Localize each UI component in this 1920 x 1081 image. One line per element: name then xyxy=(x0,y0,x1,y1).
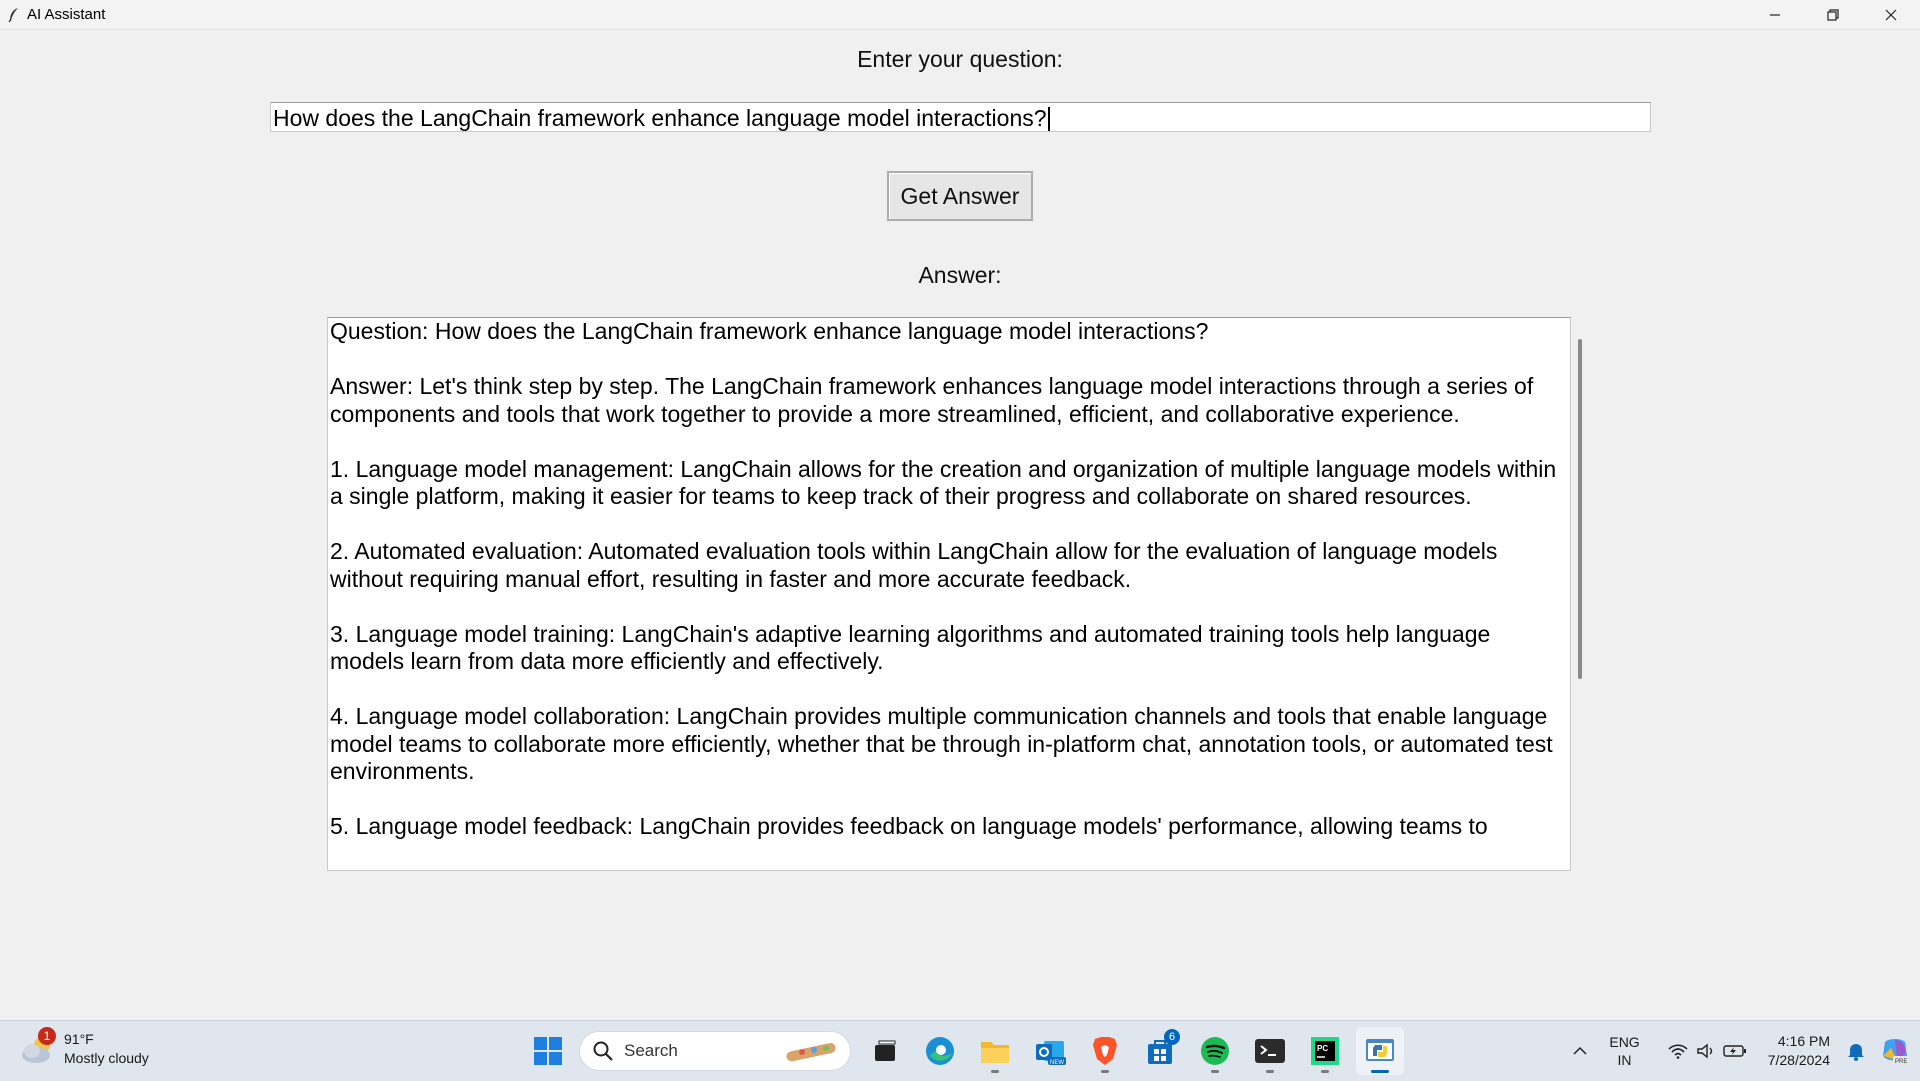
weather-condition: Mostly cloudy xyxy=(64,1050,149,1066)
brave-icon xyxy=(1093,1037,1117,1065)
running-indicator xyxy=(1266,1070,1274,1073)
edge-icon xyxy=(926,1037,954,1065)
task-view-icon xyxy=(875,1040,896,1061)
active-indicator xyxy=(1371,1070,1389,1073)
clock[interactable]: 4:16 PM 7/28/2024 xyxy=(1768,1032,1830,1070)
restore-button[interactable] xyxy=(1804,0,1862,29)
notifications-button[interactable] xyxy=(1842,1041,1870,1061)
window-title: AI Assistant xyxy=(27,6,106,23)
title-bar: AI Assistant xyxy=(0,0,1920,30)
spotify-icon xyxy=(1201,1037,1229,1065)
copilot-button[interactable]: PRE xyxy=(1870,1036,1920,1066)
weather-temp: 91°F xyxy=(64,1031,94,1047)
main-window: Enter your question: How does the LangCh… xyxy=(0,30,1920,1020)
start-button[interactable] xyxy=(524,1027,572,1075)
close-icon xyxy=(1885,9,1897,20)
file-explorer-button[interactable] xyxy=(971,1027,1019,1075)
language-code: ENG xyxy=(1609,1034,1640,1050)
pycharm-icon: PC xyxy=(1311,1037,1339,1065)
answer-label: Answer: xyxy=(918,262,1002,288)
wifi-icon xyxy=(1668,1044,1688,1059)
minimize-icon xyxy=(1770,13,1780,16)
weather-badge: 1 xyxy=(38,1027,56,1045)
running-indicator xyxy=(1321,1070,1329,1073)
python-app-button[interactable] xyxy=(1356,1027,1404,1075)
taskbar: 1 91°F Mostly cloudy Search NEW 6 PC ENG… xyxy=(0,1020,1920,1081)
battery-charging-icon xyxy=(1723,1045,1746,1057)
close-button[interactable] xyxy=(1862,0,1920,29)
question-input[interactable]: How does the LangChain framework enhance… xyxy=(270,102,1651,132)
svg-text:PC: PC xyxy=(1317,1044,1328,1053)
running-indicator xyxy=(1101,1070,1109,1073)
weather-widget[interactable]: 1 91°F Mostly cloudy xyxy=(18,1027,149,1069)
question-value: How does the LangChain framework enhance… xyxy=(273,105,1047,131)
pycharm-button[interactable]: PC xyxy=(1301,1027,1349,1075)
svg-text:NEW: NEW xyxy=(1050,1060,1064,1066)
get-answer-button[interactable]: Get Answer xyxy=(887,171,1033,221)
task-view-button[interactable] xyxy=(861,1027,909,1075)
volume-control[interactable] xyxy=(1692,1043,1720,1059)
cloud-icon: 1 xyxy=(18,1027,58,1069)
text-caret xyxy=(1047,106,1050,131)
clock-date: 7/28/2024 xyxy=(1767,1052,1830,1068)
minimize-button[interactable] xyxy=(1746,0,1804,29)
search-icon xyxy=(593,1041,613,1061)
running-indicator xyxy=(1211,1070,1219,1073)
running-indicator xyxy=(991,1070,999,1073)
python-icon xyxy=(1366,1039,1394,1061)
answer-scrollbar[interactable] xyxy=(1578,339,1582,679)
notification-badge: 6 xyxy=(1164,1029,1180,1045)
outlook-button[interactable]: NEW xyxy=(1026,1027,1074,1075)
clock-time: 4:16 PM xyxy=(1777,1033,1830,1049)
speaker-icon xyxy=(1697,1043,1712,1059)
restore-icon xyxy=(1827,8,1839,21)
question-label: Enter your question: xyxy=(857,46,1063,72)
search-label: Search xyxy=(624,1041,678,1060)
spotify-button[interactable] xyxy=(1191,1027,1239,1075)
battery-status[interactable] xyxy=(1720,1044,1750,1058)
network-status[interactable] xyxy=(1664,1043,1692,1059)
language-indicator[interactable]: ENG IN xyxy=(1609,1033,1639,1069)
show-hidden-icons-button[interactable] xyxy=(1565,1046,1595,1056)
folder-icon xyxy=(981,1042,1009,1063)
terminal-icon xyxy=(1255,1039,1285,1063)
answer-textarea[interactable]: Question: How does the LangChain framewo… xyxy=(327,317,1571,871)
taskbar-search[interactable]: Search xyxy=(579,1031,851,1071)
chevron-up-icon xyxy=(1573,1046,1587,1055)
copilot-icon: PRE xyxy=(1883,1039,1909,1065)
store-button[interactable]: 6 xyxy=(1136,1027,1184,1075)
answer-text: Question: How does the LangChain framewo… xyxy=(330,318,1557,839)
terminal-button[interactable] xyxy=(1246,1027,1294,1075)
svg-text:PRE: PRE xyxy=(1895,1059,1907,1065)
outlook-icon: NEW xyxy=(1036,1041,1066,1066)
search-highlight-icon xyxy=(786,1043,836,1062)
edge-button[interactable] xyxy=(916,1027,964,1075)
region-code: IN xyxy=(1617,1052,1632,1068)
feather-icon xyxy=(8,7,18,22)
brave-button[interactable] xyxy=(1081,1027,1129,1075)
bell-icon xyxy=(1848,1044,1864,1061)
windows-logo-icon xyxy=(534,1037,562,1065)
